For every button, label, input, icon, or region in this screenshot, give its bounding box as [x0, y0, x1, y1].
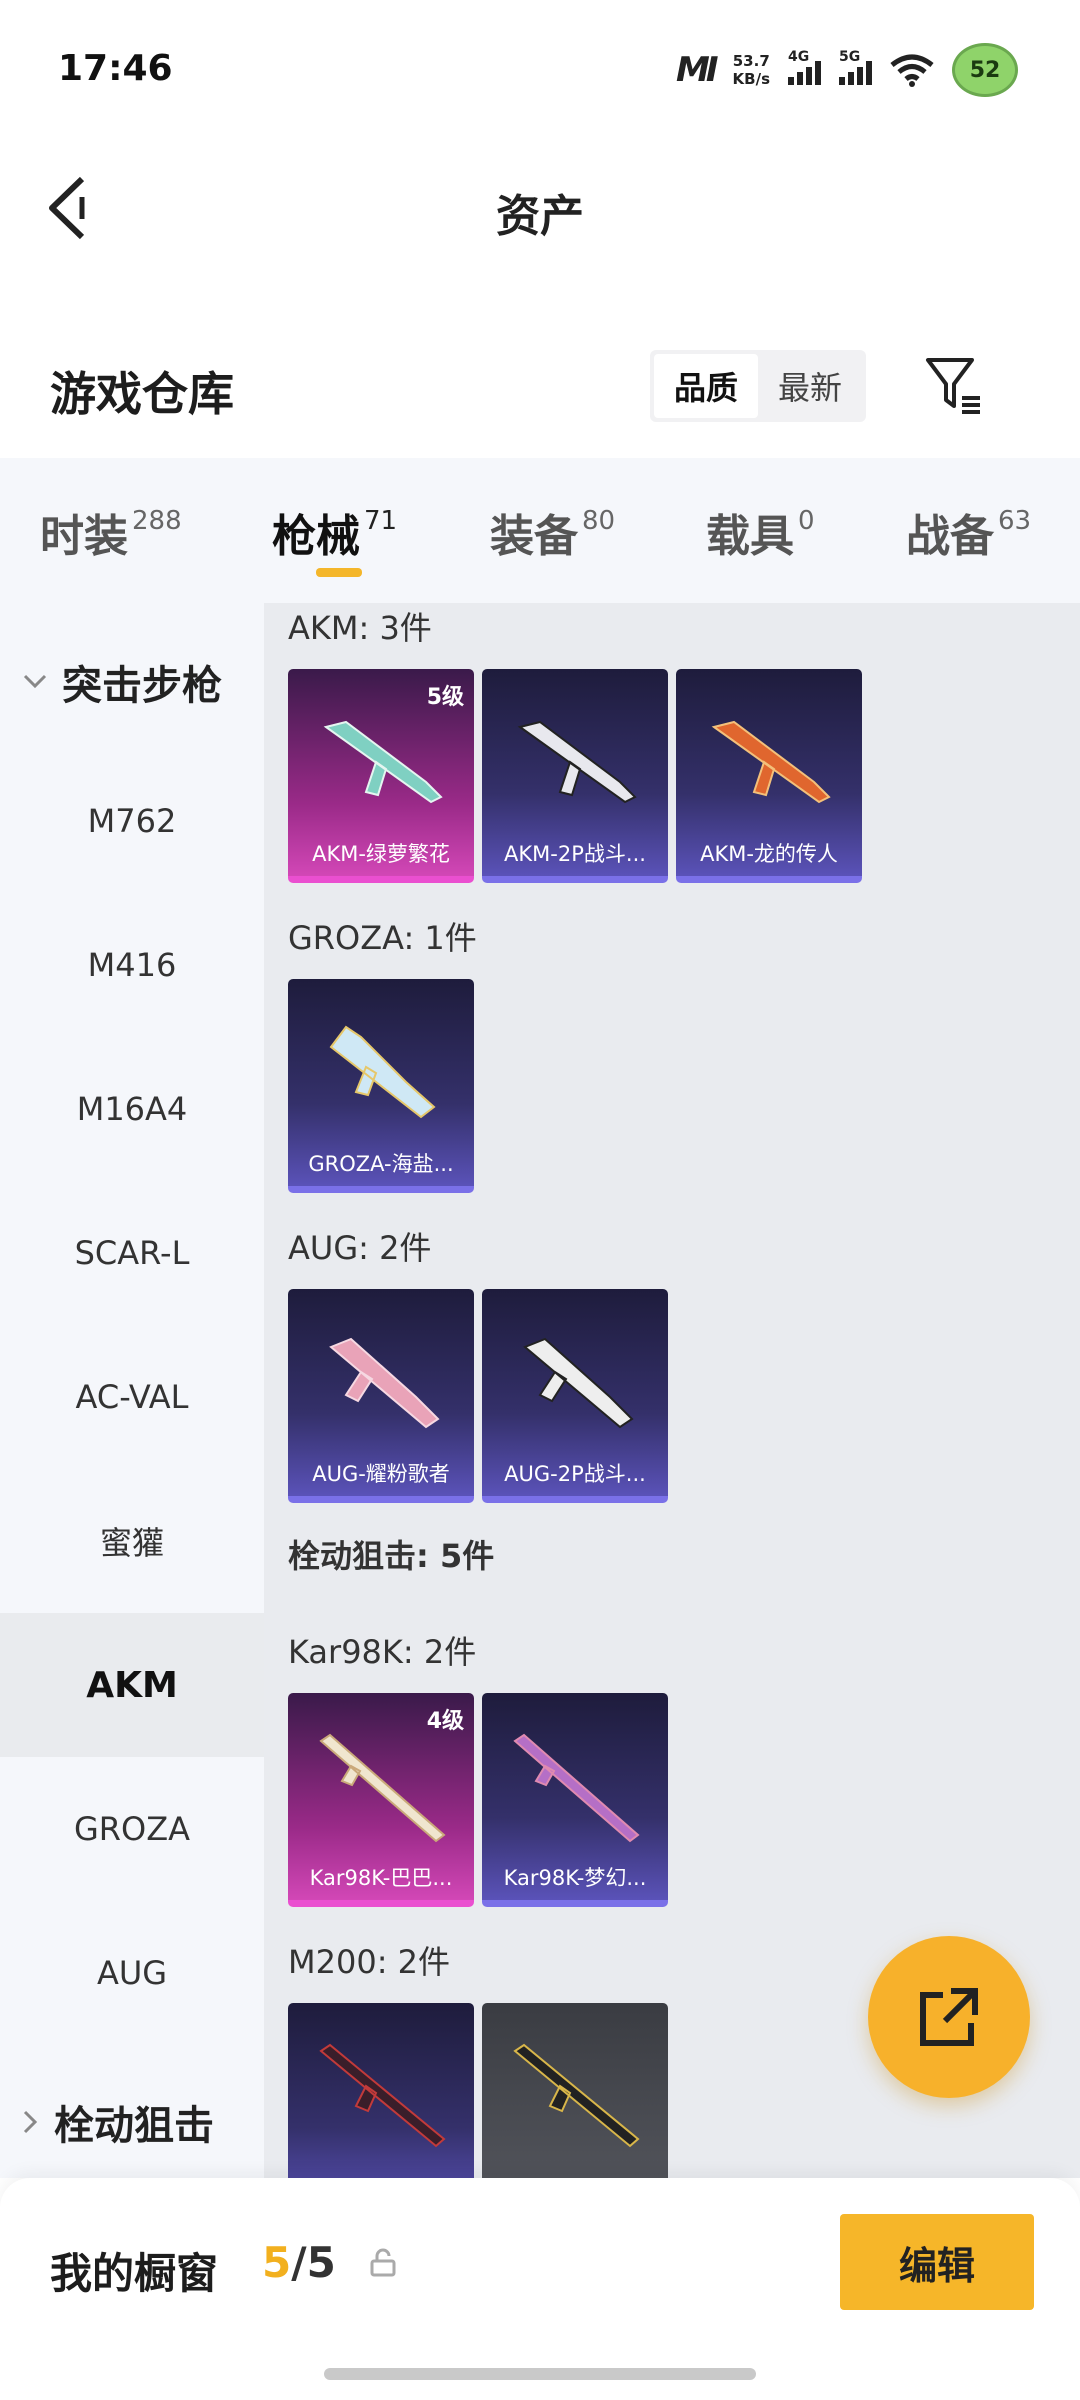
- weapon-sidebar: 突击步枪 M762 M416 M16A4 SCAR-L AC-VAL 蜜獾 AK…: [0, 603, 264, 2178]
- weapon-name: GROZA-海盐...: [308, 1152, 454, 1176]
- weapon-card[interactable]: AUG-2P战斗...: [482, 1289, 668, 1503]
- active-tab-indicator: [316, 568, 362, 577]
- rifle-icon: [523, 1337, 634, 1429]
- share-icon: [920, 1988, 978, 2046]
- rifle-icon: [329, 1337, 440, 1429]
- tab-count: 288: [132, 506, 182, 536]
- tab-label: 载具: [706, 511, 794, 562]
- category-tabs: 时装 288 枪械 71 装备 80 载具 0 战备 63: [0, 458, 1080, 603]
- sniper-rifle-icon: [513, 1733, 640, 1843]
- level-badge: 5级: [426, 685, 464, 710]
- network-badge-icon: MI: [676, 50, 719, 90]
- weapon-card[interactable]: 5级 AKM-绿萝繁花: [288, 669, 474, 883]
- network-speed: 53.7 KB/s: [733, 52, 770, 88]
- rifle-icon: [329, 1025, 436, 1119]
- status-bar: 17:46 MI 53.7 KB/s 4G 5G 52: [0, 0, 1080, 140]
- weapon-card[interactable]: AKM-2P战斗...: [482, 669, 668, 883]
- tab-vehicles[interactable]: 载具 0: [706, 500, 815, 564]
- tab-firearms[interactable]: 枪械 71: [272, 500, 397, 564]
- rifle-icon: [517, 720, 637, 804]
- tab-count: 0: [798, 506, 815, 536]
- tab-count: 80: [582, 506, 616, 536]
- sidebar-category-label: 突击步枪: [62, 663, 222, 709]
- sidebar-item-ac-val[interactable]: AC-VAL: [0, 1325, 264, 1469]
- tab-label: 枪械: [272, 511, 360, 562]
- home-indicator[interactable]: [324, 2368, 756, 2380]
- level-badge: 4级: [426, 1709, 464, 1734]
- group-label-groza: GROZA: 1件: [288, 919, 477, 957]
- tab-fashion[interactable]: 时装 288: [40, 500, 182, 564]
- weapon-card[interactable]: Kar98K-梦幻...: [482, 1693, 668, 1907]
- weapon-name: Kar98K-梦幻...: [503, 1866, 647, 1890]
- sniper-rifle-icon: [319, 2043, 446, 2148]
- sidebar-item-m762[interactable]: M762: [0, 749, 264, 893]
- tab-equipment[interactable]: 装备 80: [490, 500, 615, 564]
- showcase-current: 5: [262, 2238, 292, 2287]
- group-label-m200: M200: 2件: [288, 1943, 451, 1981]
- showcase-total: /5: [291, 2238, 336, 2287]
- weapon-card[interactable]: [288, 2003, 474, 2178]
- rifle-icon: [711, 720, 831, 804]
- chevron-right-icon: [23, 2110, 38, 2134]
- sort-toggle: 品质 最新: [650, 350, 866, 422]
- warehouse-title: 游戏仓库: [50, 367, 234, 421]
- showcase-bar: 我的橱窗 5/5 编辑: [0, 2178, 1080, 2400]
- status-time: 17:46: [58, 48, 173, 89]
- tab-label: 装备: [490, 511, 578, 562]
- weapon-card[interactable]: AKM-龙的传人: [676, 669, 862, 883]
- filter-button[interactable]: [922, 354, 986, 418]
- wifi-icon: [890, 54, 934, 87]
- sidebar-item-m416[interactable]: M416: [0, 893, 264, 1037]
- page-title: 资产: [496, 191, 584, 242]
- showcase-count: 5/5: [262, 2238, 336, 2287]
- weapon-name: Kar98K-巴巴...: [309, 1866, 453, 1890]
- weapon-card[interactable]: GROZA-海盐...: [288, 979, 474, 1193]
- weapon-name: AKM-龙的传人: [700, 842, 838, 866]
- group-label-aug: AUG: 2件: [288, 1229, 432, 1267]
- sidebar-item-honey-badger[interactable]: 蜜獾: [0, 1469, 264, 1613]
- sidebar-item-groza[interactable]: GROZA: [0, 1757, 264, 1901]
- tab-count: 71: [364, 506, 398, 536]
- edit-button[interactable]: 编辑: [840, 2214, 1034, 2310]
- sidebar-category-assault[interactable]: 突击步枪: [22, 653, 222, 711]
- battery-icon: 52: [952, 43, 1018, 97]
- showcase-label: 我的橱窗: [50, 2249, 219, 2298]
- network-speed-unit: KB/s: [732, 70, 770, 88]
- network-speed-value: 53.7: [732, 52, 770, 70]
- sort-newest-button[interactable]: 最新: [758, 354, 862, 418]
- weapon-name: AKM-2P战斗...: [504, 842, 646, 866]
- sort-quality-button[interactable]: 品质: [654, 354, 758, 418]
- weapon-card[interactable]: AUG-耀粉歌者: [288, 1289, 474, 1503]
- group-label-kar98k: Kar98K: 2件: [288, 1633, 477, 1671]
- sniper-rifle-icon: [513, 2043, 640, 2148]
- status-icons: MI 53.7 KB/s 4G 5G 52: [676, 40, 1018, 100]
- rifle-icon: [323, 720, 443, 804]
- group-label-bolt: 栓动狙击: 5件: [288, 1537, 495, 1575]
- signal-5g-icon: 5G: [839, 49, 872, 85]
- chevron-down-icon: [23, 674, 47, 689]
- weapon-card[interactable]: [482, 2003, 668, 2178]
- weapon-name: AUG-2P战斗...: [504, 1462, 646, 1486]
- signal-4g-icon: 4G: [788, 49, 821, 85]
- weapon-name: AKM-绿萝繁花: [312, 842, 450, 866]
- tab-supplies[interactable]: 战备 63: [906, 500, 1031, 564]
- sidebar-category-bolt[interactable]: 栓动狙击: [22, 2093, 214, 2151]
- weapon-name: AUG-耀粉歌者: [312, 1462, 450, 1486]
- sidebar-item-akm[interactable]: AKM: [0, 1613, 264, 1757]
- sidebar-item-scar-l[interactable]: SCAR-L: [0, 1181, 264, 1325]
- filter-icon: [926, 358, 980, 414]
- tab-count: 63: [998, 506, 1032, 536]
- sidebar-item-aug[interactable]: AUG: [0, 1901, 264, 2045]
- signal-4g-label: 4G: [788, 49, 810, 65]
- tab-label: 战备: [906, 511, 994, 562]
- group-label-akm: AKM: 3件: [288, 609, 432, 647]
- sniper-rifle-icon: [319, 1733, 446, 1843]
- share-button[interactable]: [868, 1936, 1030, 2098]
- lock-icon: [370, 2248, 396, 2277]
- sidebar-category-label: 栓动狙击: [54, 2103, 214, 2149]
- sidebar-item-m16a4[interactable]: M16A4: [0, 1037, 264, 1181]
- signal-5g-label: 5G: [839, 49, 861, 65]
- weapon-card[interactable]: 4级 Kar98K-巴巴...: [288, 1693, 474, 1907]
- tab-label: 时装: [40, 511, 128, 562]
